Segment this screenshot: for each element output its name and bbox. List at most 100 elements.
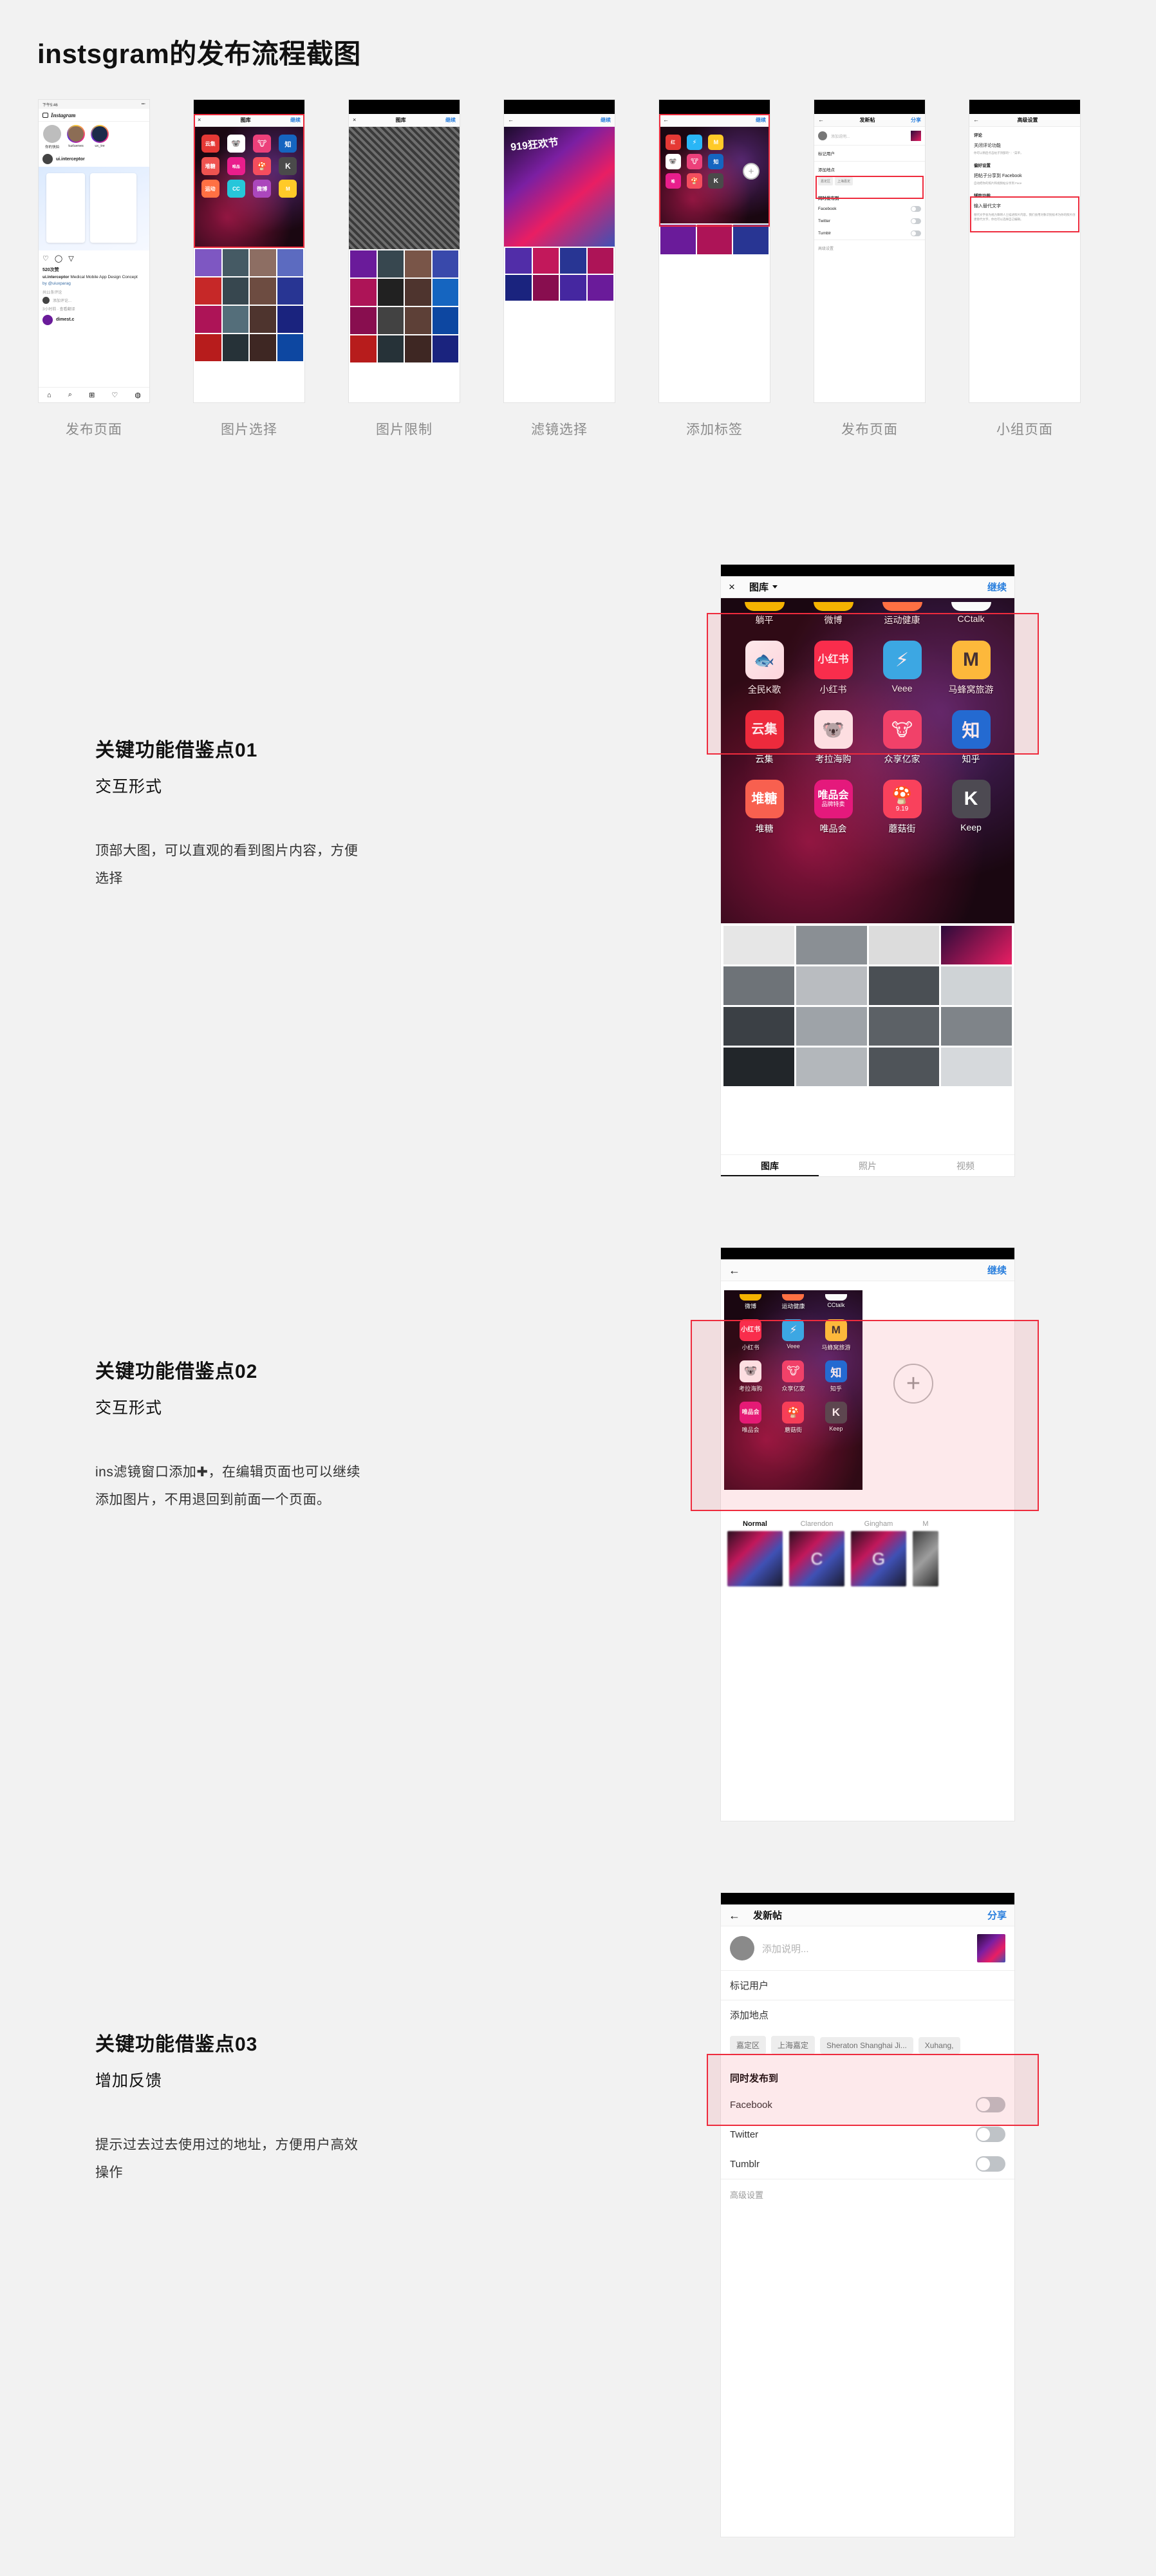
post-header[interactable]: ui.interceptor bbox=[39, 151, 149, 167]
picker-title[interactable]: 图库 bbox=[241, 117, 251, 124]
profile-icon[interactable]: ◍ bbox=[135, 391, 141, 399]
flow-step-3[interactable]: × 图库 继续 图片限制 bbox=[349, 100, 460, 438]
add-comment-row[interactable]: 添加评论... bbox=[39, 296, 149, 305]
add-comment-placeholder[interactable]: 添加评论... bbox=[53, 297, 71, 303]
location-chip[interactable]: 上海嘉定 bbox=[771, 2036, 816, 2054]
app-item[interactable]: 运动健康 bbox=[772, 1294, 814, 1310]
filter-item[interactable]: Clarendon C bbox=[789, 1520, 844, 1586]
network-row[interactable]: Tumblr bbox=[814, 227, 925, 240]
back-icon[interactable]: ← bbox=[508, 117, 514, 123]
group-item[interactable]: 关闭评论功能 bbox=[974, 142, 1076, 149]
chevron-down-icon[interactable] bbox=[772, 585, 778, 588]
flow-step-2[interactable]: × 图库 继续 云集 🐨 🐮 知 堆糖 唯品 🍄 K 运动 CC 微博 M 图片… bbox=[194, 100, 304, 438]
filter-row[interactable]: Normal Clarendon C Gingham G M bbox=[721, 1510, 1014, 1586]
network-row[interactable]: Twitter bbox=[814, 215, 925, 227]
add-location-row[interactable]: 添加地点 bbox=[721, 2000, 1014, 2029]
story-item[interactable]: ux_tre bbox=[89, 125, 110, 149]
add-photo-button[interactable]: + bbox=[743, 163, 760, 180]
advanced-settings-row[interactable]: 高级设置 bbox=[814, 240, 925, 256]
tag-user-row[interactable]: 标记用户 bbox=[814, 146, 925, 162]
add-location-row[interactable]: 添加地点 bbox=[814, 162, 925, 177]
photo-grid[interactable] bbox=[194, 248, 304, 362]
filter-item[interactable]: Normal bbox=[727, 1520, 783, 1586]
back-icon[interactable]: ← bbox=[729, 1910, 740, 1921]
bottom-nav[interactable]: ⌂ ⌕ ⊞ ♡ ◍ bbox=[39, 387, 149, 402]
next-post-header[interactable]: dimest.c bbox=[39, 312, 149, 328]
back-icon[interactable]: ← bbox=[663, 117, 669, 123]
close-icon[interactable]: × bbox=[353, 117, 356, 123]
home-icon[interactable]: ⌂ bbox=[47, 391, 51, 399]
toggle-twitter[interactable] bbox=[911, 218, 921, 224]
tab-gallery[interactable]: 图库 bbox=[721, 1155, 819, 1176]
add-icon[interactable]: ⊞ bbox=[89, 391, 95, 399]
network-row[interactable]: Facebook bbox=[814, 203, 925, 215]
flow-step-1[interactable]: 下午5:46 ▪▪▫ Instagram 你的快拍 tuzluenes ux_t… bbox=[39, 100, 149, 438]
continue-button[interactable]: 继续 bbox=[756, 117, 766, 124]
filter-previews[interactable] bbox=[659, 223, 770, 256]
back-icon[interactable]: ← bbox=[729, 1264, 740, 1276]
photo-grid[interactable] bbox=[349, 249, 460, 364]
share-button[interactable]: 分享 bbox=[911, 117, 921, 124]
continue-button[interactable]: 继续 bbox=[987, 1263, 1007, 1277]
filter-thumb[interactable]: C bbox=[789, 1531, 844, 1586]
heart-icon[interactable]: ♡ bbox=[111, 391, 118, 399]
app-item[interactable]: 堆糖 堆糖 bbox=[730, 780, 799, 835]
tag-user-row[interactable]: 标记用户 bbox=[721, 1971, 1014, 2000]
continue-button[interactable]: 继续 bbox=[445, 117, 456, 124]
location-chip[interactable]: 嘉定区 bbox=[730, 2036, 767, 2054]
flow-step-5[interactable]: ← 继续 红 ⚡ M 🐨 🐮 知 唯 🍄 K + 添加标签 bbox=[659, 100, 770, 438]
comment-count[interactable]: 共11条评论 bbox=[39, 288, 149, 296]
chip[interactable]: 上海嘉定 bbox=[835, 177, 853, 185]
group-item[interactable]: 把帖子分享到 Facebook bbox=[974, 173, 1076, 179]
flow-step-6[interactable]: ← 发新帖 分享 添加说明... 标记用户 添加地点 嘉定区 上海嘉定 同时发布… bbox=[814, 100, 925, 438]
gallery-tabs[interactable]: 图库 照片 视频 bbox=[721, 1154, 1014, 1176]
toggle-facebook[interactable] bbox=[911, 206, 921, 212]
filter-thumb[interactable] bbox=[727, 1531, 783, 1586]
tab-videos[interactable]: 视频 bbox=[917, 1155, 1014, 1176]
location-chip[interactable]: Sheraton Shanghai Ji... bbox=[820, 2036, 913, 2054]
back-icon[interactable]: ← bbox=[973, 117, 979, 123]
network-row-tumblr[interactable]: Tumblr bbox=[721, 2149, 1014, 2179]
share-button[interactable]: 分享 bbox=[987, 1908, 1007, 1922]
comment-icon[interactable]: ◯ bbox=[55, 254, 62, 263]
stories-row[interactable]: 你的快拍 tuzluenes ux_tre bbox=[39, 122, 149, 151]
story-item[interactable]: tuzluenes bbox=[66, 125, 86, 149]
location-chip[interactable]: Xuhang, bbox=[918, 2036, 960, 2054]
post-thumbnail[interactable] bbox=[977, 1934, 1005, 1962]
close-icon[interactable]: × bbox=[729, 581, 735, 592]
location-chip-row[interactable]: 嘉定区 上海嘉定 bbox=[814, 177, 925, 190]
chip[interactable]: 嘉定区 bbox=[818, 177, 834, 185]
toggle-twitter[interactable] bbox=[976, 2127, 1005, 2142]
app-item[interactable]: 🍄 9.19 蘑菇街 bbox=[868, 780, 937, 835]
like-icon[interactable]: ♡ bbox=[42, 254, 49, 263]
caption-row[interactable]: 添加说明... bbox=[814, 127, 925, 146]
app-item[interactable]: 唯品会 品牌特卖 唯品会 bbox=[799, 780, 868, 835]
caption-placeholder[interactable]: 添加说明... bbox=[762, 1942, 809, 1955]
continue-button[interactable]: 继续 bbox=[290, 117, 301, 124]
tab-photos[interactable]: 照片 bbox=[819, 1155, 917, 1176]
caption-row[interactable]: 添加说明... bbox=[721, 1926, 1014, 1971]
app-item[interactable]: CCtalk bbox=[815, 1294, 857, 1310]
app-item[interactable]: K Keep bbox=[937, 780, 1005, 835]
share-icon[interactable]: ▽ bbox=[68, 254, 73, 263]
gallery-title[interactable]: 图库 bbox=[749, 580, 769, 594]
app-item[interactable]: 微博 bbox=[729, 1294, 772, 1310]
filter-thumb[interactable]: G bbox=[851, 1531, 906, 1586]
filter-item[interactable]: Gingham G bbox=[851, 1520, 906, 1586]
filter-strip[interactable] bbox=[504, 247, 615, 302]
continue-button[interactable]: 继续 bbox=[601, 117, 611, 124]
close-icon[interactable]: × bbox=[198, 117, 201, 123]
toggle-tumblr[interactable] bbox=[976, 2156, 1005, 2172]
filter-item[interactable]: M bbox=[913, 1520, 938, 1586]
continue-button[interactable]: 继续 bbox=[987, 580, 1007, 594]
back-icon[interactable]: ← bbox=[818, 117, 824, 123]
group-item[interactable]: 输入替代文字 bbox=[974, 203, 1076, 209]
search-icon[interactable]: ⌕ bbox=[68, 391, 72, 399]
flow-step-7[interactable]: ← 高级设置 评论 关闭评论功能 你可以稍后点击帖子顶部的" ："菜单， 偏好设… bbox=[969, 100, 1080, 438]
advanced-settings-row[interactable]: 高级设置 bbox=[721, 2179, 1014, 2210]
filter-thumb[interactable] bbox=[913, 1531, 938, 1586]
flow-step-4[interactable]: ← 继续 919狂欢节 滤镜选择 bbox=[504, 100, 615, 438]
caption-placeholder[interactable]: 添加说明... bbox=[831, 133, 850, 139]
story-item[interactable]: 你的快拍 bbox=[42, 125, 62, 149]
toggle-tumblr[interactable] bbox=[911, 230, 921, 236]
